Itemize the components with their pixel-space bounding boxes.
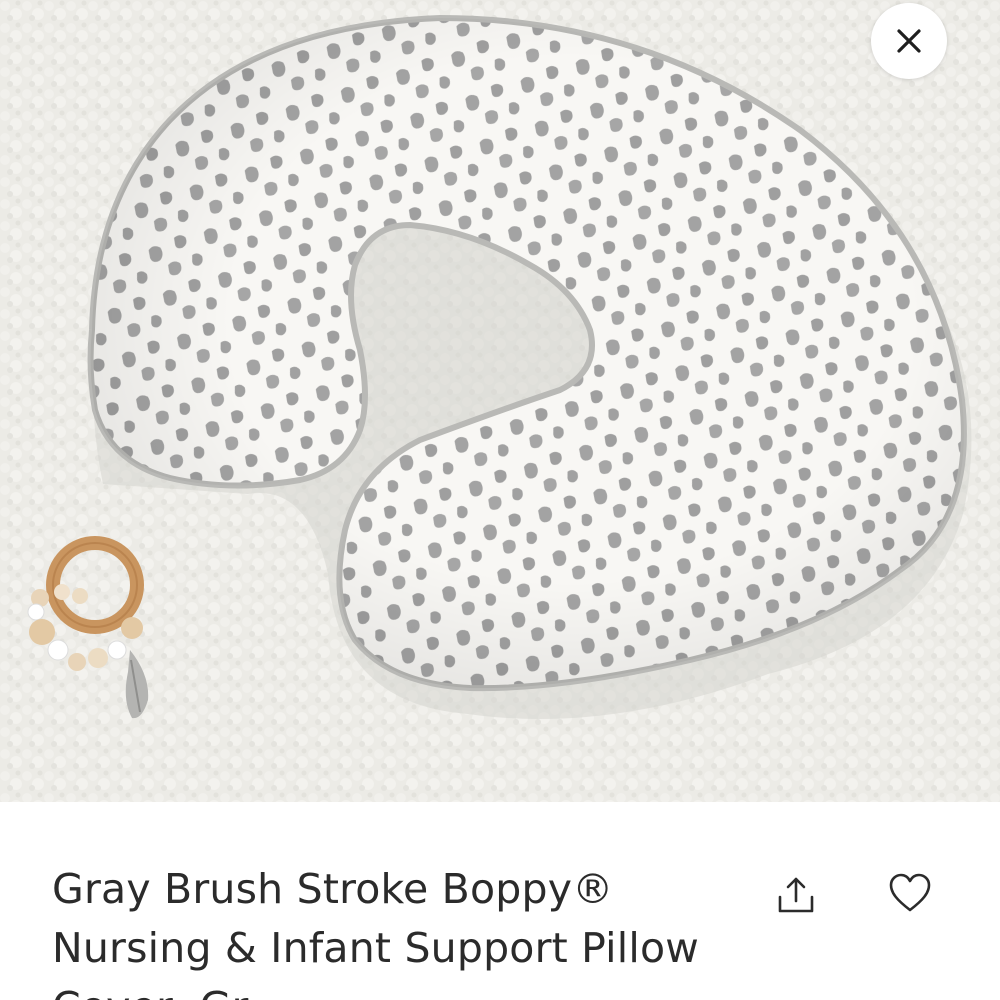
title-line-1: Gray Brush Stroke Boppy® (52, 865, 614, 913)
close-icon (897, 29, 921, 53)
product-info: Gray Brush Stroke Boppy® Nursing & Infan… (0, 802, 1000, 1000)
close-button[interactable] (871, 3, 947, 79)
favorite-button[interactable] (884, 868, 936, 920)
share-button[interactable] (770, 869, 822, 921)
heart-icon (889, 873, 931, 912)
title-line-2: Nursing & Infant Support Pillow (52, 924, 699, 972)
share-icon (778, 877, 814, 913)
product-title: Gray Brush Stroke Boppy® Nursing & Infan… (52, 860, 742, 1000)
title-line-3: Cover, Gr... (52, 978, 742, 1000)
product-image[interactable] (0, 0, 1000, 802)
